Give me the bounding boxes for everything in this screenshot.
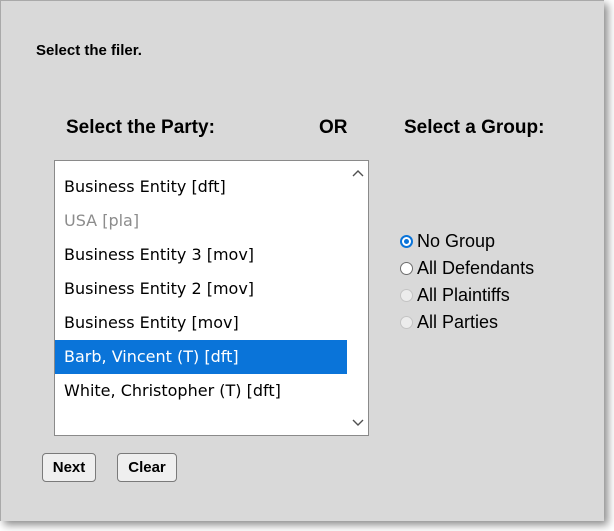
party-option[interactable]: Business Entity [dft]: [55, 170, 347, 204]
radio-option-all-parties: All Parties: [400, 309, 534, 335]
chevron-up-icon[interactable]: [348, 163, 368, 183]
or-label: OR: [319, 117, 348, 138]
party-heading: Select the Party:: [66, 117, 215, 138]
radio-label: All Defendants: [417, 257, 535, 278]
radio-button-disabled: [400, 315, 413, 329]
party-option[interactable]: USA [pla]: [55, 204, 347, 238]
filer-selection-panel: Select the filer. Select the Party: OR S…: [0, 0, 604, 521]
party-option[interactable]: Business Entity 3 [mov]: [55, 238, 347, 272]
radio-button-disabled: [400, 288, 413, 302]
group-radio-group: No Group All Defendants All Plaintiffs A…: [400, 228, 534, 336]
party-listbox[interactable]: Business Entity [dft] USA [pla] Business…: [54, 160, 369, 436]
radio-label: All Parties: [417, 311, 499, 332]
radio-button-checked[interactable]: [400, 234, 413, 248]
clear-button[interactable]: Clear: [117, 453, 177, 482]
party-option[interactable]: Business Entity 2 [mov]: [55, 272, 347, 306]
radio-option-all-defendants[interactable]: All Defendants: [400, 255, 534, 281]
radio-option-all-plaintiffs: All Plaintiffs: [400, 282, 534, 308]
radio-option-no-group[interactable]: No Group: [400, 228, 534, 254]
radio-button[interactable]: [400, 261, 413, 275]
radio-label: No Group: [417, 230, 496, 251]
party-option[interactable]: Business Entity [mov]: [55, 306, 347, 340]
group-heading: Select a Group:: [404, 117, 545, 138]
next-button[interactable]: Next: [42, 453, 96, 482]
listbox-scrollbar[interactable]: [348, 161, 368, 435]
radio-label: All Plaintiffs: [417, 284, 510, 305]
party-list-items: Business Entity [dft] USA [pla] Business…: [55, 170, 347, 408]
chevron-down-icon[interactable]: [348, 413, 368, 433]
party-option[interactable]: White, Christopher (T) [dft]: [55, 374, 347, 408]
instruction-text: Select the filer.: [36, 42, 142, 59]
party-option-selected[interactable]: Barb, Vincent (T) [dft]: [55, 340, 347, 374]
